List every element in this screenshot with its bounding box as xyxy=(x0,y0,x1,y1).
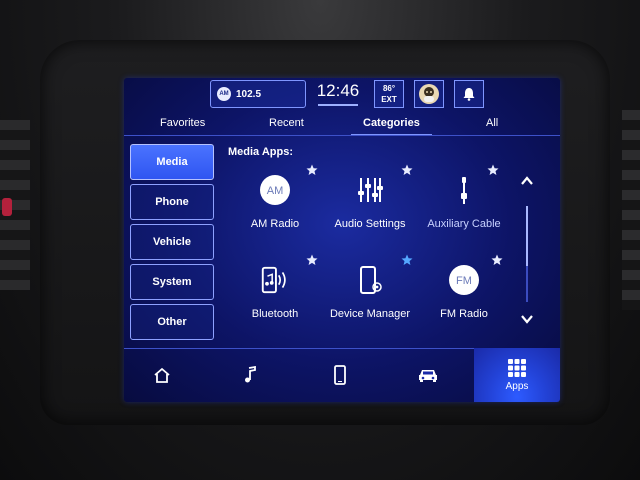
app-fm-radio[interactable]: FM FM Radio xyxy=(409,254,519,344)
auxiliary-cable-icon xyxy=(448,174,480,206)
app-label: Bluetooth xyxy=(251,308,299,320)
hazard-button[interactable] xyxy=(2,198,12,216)
scrollbar-thumb[interactable] xyxy=(526,206,528,266)
app-label: AM Radio xyxy=(250,218,300,230)
nav-apps-button[interactable]: Apps xyxy=(474,348,560,402)
fm-radio-icon-text: FM xyxy=(456,275,472,287)
nav-home-button[interactable] xyxy=(126,348,198,402)
app-bluetooth[interactable]: Bluetooth xyxy=(220,254,330,344)
nav-vehicle-button[interactable] xyxy=(392,348,464,402)
favorite-star-icon[interactable] xyxy=(487,164,499,176)
favorite-star-icon[interactable] xyxy=(491,254,503,266)
tab-recent[interactable]: Recent xyxy=(269,117,304,129)
phone-icon xyxy=(334,365,346,385)
fm-radio-icon: FM xyxy=(448,264,480,296)
infotainment-screen: AM 102.5 12:46 86° EXT Favorites Recent … xyxy=(124,78,560,402)
section-title: Media Apps: xyxy=(228,146,293,158)
am-radio-icon: AM xyxy=(259,174,291,206)
car-icon xyxy=(419,370,437,382)
audio-settings-icon xyxy=(354,174,386,206)
device-manager-icon xyxy=(354,264,386,296)
apps-label: Apps xyxy=(505,381,529,392)
tab-all[interactable]: All xyxy=(486,117,498,129)
app-auxiliary-cable[interactable]: Auxiliary Cable xyxy=(409,164,519,254)
apps-grid-icon xyxy=(508,359,526,377)
category-tabs: Favorites Recent Categories All xyxy=(124,114,560,136)
driver-profile-button[interactable] xyxy=(414,80,444,108)
am-radio-icon-text: AM xyxy=(267,185,284,197)
temperature-value: 86° xyxy=(382,84,396,93)
notifications-button[interactable] xyxy=(454,80,484,108)
sidebar-item-system[interactable]: System xyxy=(130,264,214,300)
bottom-nav-bar: Apps xyxy=(124,348,560,402)
sidebar-item-other[interactable]: Other xyxy=(130,304,214,340)
app-label: Auxiliary Cable xyxy=(427,218,501,230)
scroll-up-chevron-icon[interactable] xyxy=(520,174,534,188)
outside-temperature: 86° EXT xyxy=(374,80,404,108)
scroll-down-chevron-icon[interactable] xyxy=(520,312,534,326)
clock: 12:46 xyxy=(314,80,362,106)
home-icon xyxy=(154,367,170,383)
left-air-vent xyxy=(0,120,30,290)
music-note-icon xyxy=(245,366,256,383)
nav-phone-button[interactable] xyxy=(304,348,376,402)
sidebar-item-vehicle[interactable]: Vehicle xyxy=(130,224,214,260)
app-label: FM Radio xyxy=(440,308,488,320)
app-am-radio[interactable]: AM AM Radio xyxy=(220,164,330,254)
radio-band-badge: AM xyxy=(217,87,231,101)
now-playing-radio[interactable]: AM 102.5 xyxy=(210,80,306,108)
sidebar-item-media[interactable]: Media xyxy=(130,144,214,180)
radio-station: 102.5 xyxy=(236,88,262,100)
tabs-divider xyxy=(124,135,560,136)
status-bar: AM 102.5 12:46 86° EXT xyxy=(124,78,560,112)
driver-profile-icon xyxy=(419,84,439,104)
bluetooth-audio-icon xyxy=(259,264,291,296)
tab-categories[interactable]: Categories xyxy=(351,117,432,136)
temperature-label: EXT xyxy=(381,95,397,104)
bell-icon xyxy=(463,88,475,101)
sidebar-item-phone[interactable]: Phone xyxy=(130,184,214,220)
tab-favorites[interactable]: Favorites xyxy=(160,117,205,129)
right-air-vent xyxy=(622,110,640,310)
nav-media-button[interactable] xyxy=(214,348,286,402)
